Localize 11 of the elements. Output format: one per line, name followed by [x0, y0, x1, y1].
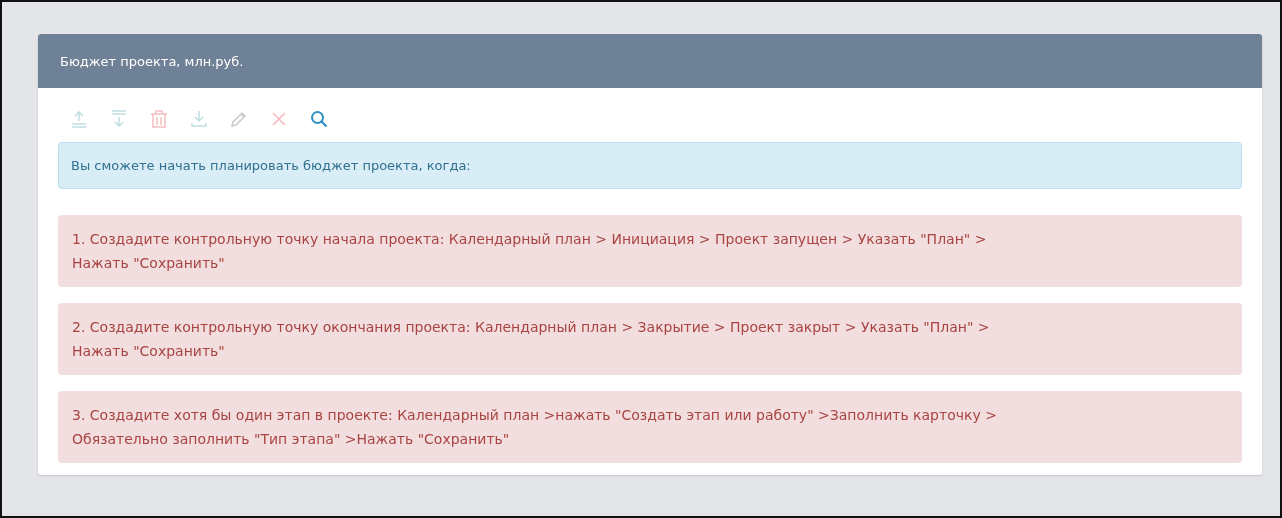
- move-down-icon: [109, 109, 129, 129]
- upload-icon: [69, 109, 89, 129]
- condition-alert: 1. Создадите контрольную точку начала проекта: Календарный план > Инициация > Проект запущен > Указать "План" > Нажать "Сохранить": [58, 215, 1242, 287]
- panel-title: Бюджет проекта, млн.руб.: [60, 53, 244, 69]
- pencil-icon: [229, 109, 249, 129]
- trash-icon: [149, 109, 169, 129]
- info-message: Вы сможете начать планировать бюджет проекта, когда:: [58, 142, 1242, 189]
- search-icon: [309, 109, 329, 129]
- download-icon: [189, 109, 209, 129]
- condition-alert: 3. Создадите хотя бы один этап в проекте: Календарный план >нажать "Создать этап или работу" >Заполнить карточку > Обязательно заполнить "Тип этапа" >Нажать "Сохранить": [58, 391, 1242, 463]
- condition-alert: 2. Создадите контрольную точку окончания проекта: Календарный план > Закрытие > Проект закрыт > Указать "План" > Нажать "Сохранить": [58, 303, 1242, 375]
